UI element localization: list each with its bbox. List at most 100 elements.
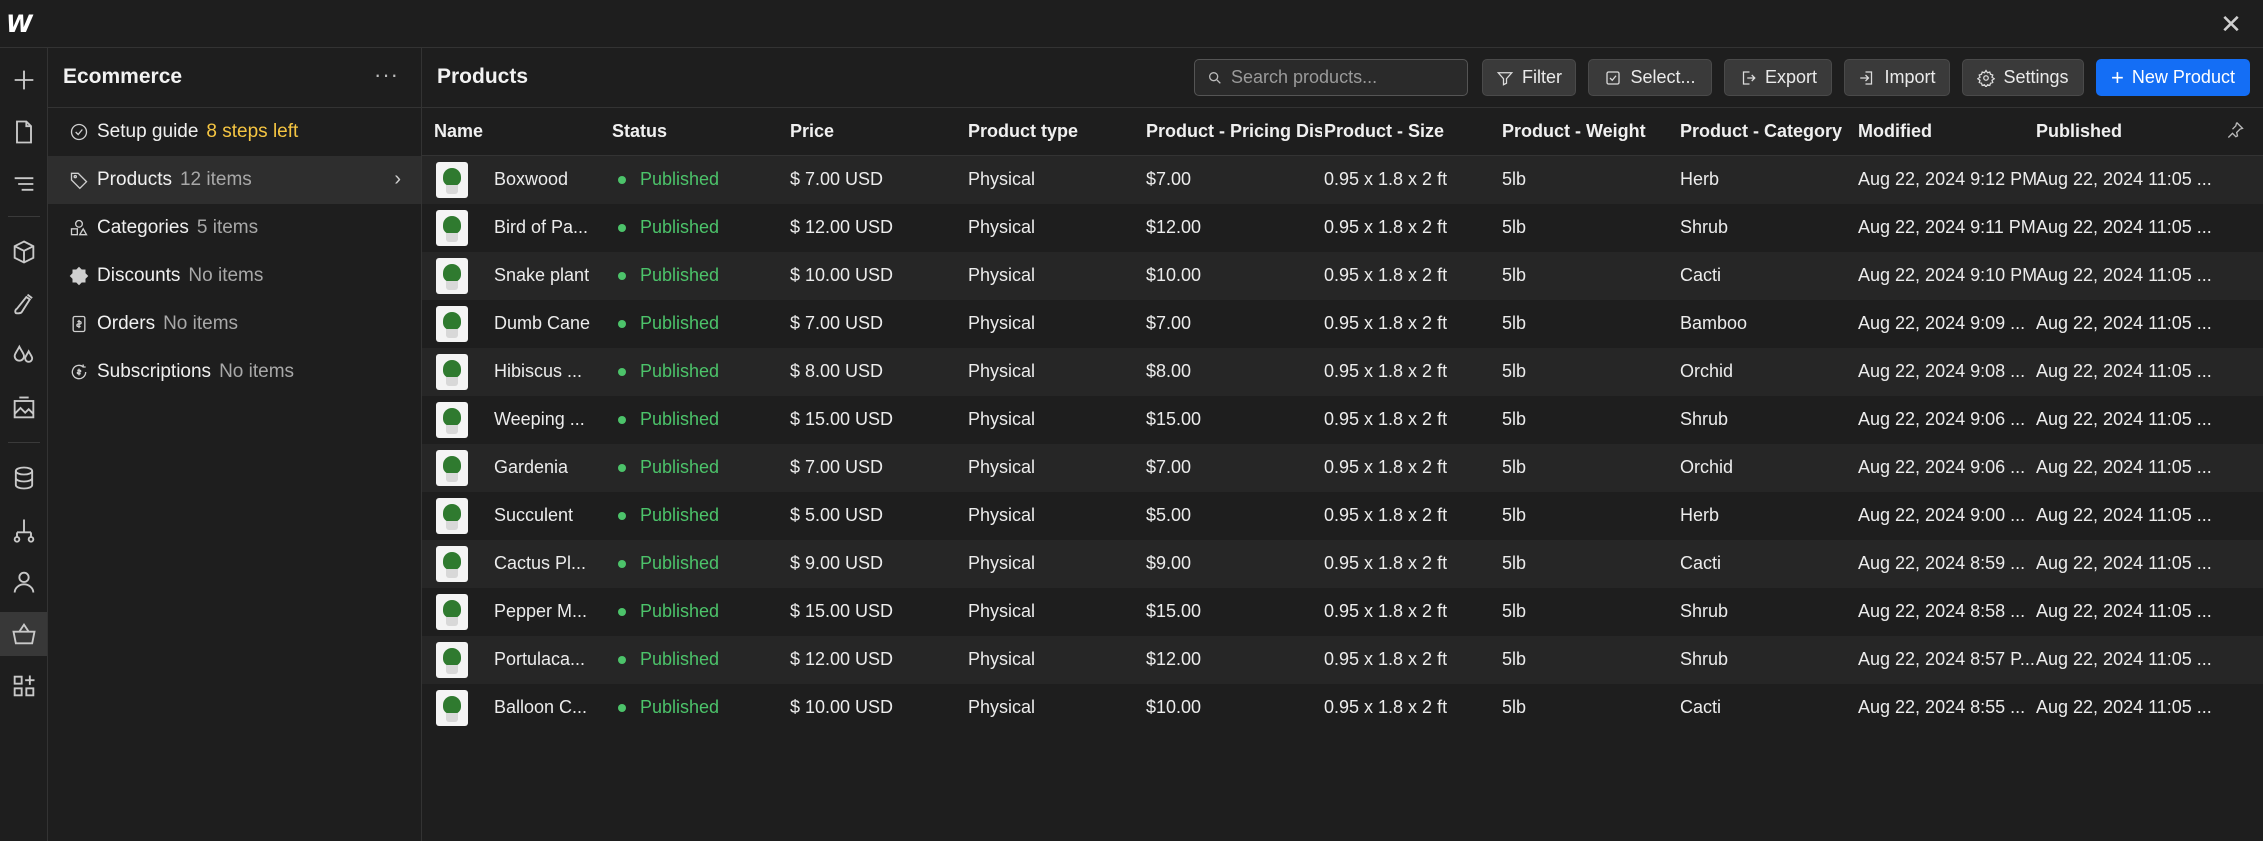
product-name-cell[interactable]: Boxwood: [494, 169, 604, 190]
status-dot-icon: [618, 559, 626, 568]
status-text: Published: [640, 601, 720, 621]
column-header-pricing-display[interactable]: Product - Pricing Display: [1146, 121, 1322, 142]
status-badge: Published: [618, 169, 788, 190]
status-dot-icon: [618, 367, 626, 376]
sidebar-item-label: Subscriptions: [97, 361, 212, 382]
column-header-product-type[interactable]: Product type: [968, 121, 1138, 142]
sidebar-item-subscriptions[interactable]: Subscriptions No items: [48, 348, 421, 396]
status-dot-icon: [618, 463, 626, 472]
column-header-name[interactable]: Name: [434, 121, 604, 142]
close-icon[interactable]: ✕: [2215, 8, 2247, 40]
product-type-cell: Physical: [968, 265, 1036, 285]
published-date-cell: Aug 22, 2024 11:05 ...: [2036, 265, 2212, 285]
table-row[interactable]: Cactus Pl... Published $ 9.00 USD Physical $…: [422, 540, 2263, 588]
page-icon[interactable]: [4, 110, 44, 154]
product-name-cell[interactable]: Bird of Pa...: [494, 217, 604, 238]
check-circle-icon: [68, 121, 90, 143]
modified-date-cell: Aug 22, 2024 9:11 PM: [1858, 217, 2036, 237]
product-name-cell[interactable]: Succulent: [494, 505, 604, 526]
product-name-cell[interactable]: Cactus Pl...: [494, 553, 604, 574]
table-row[interactable]: Dumb Cane Published $ 7.00 USD Physical $7.0…: [422, 300, 2263, 348]
product-thumbnail: [436, 354, 468, 390]
more-options-icon[interactable]: ···: [374, 62, 399, 88]
weight-cell: 5lb: [1502, 697, 1527, 717]
product-type-cell: Physical: [968, 361, 1036, 381]
webflow-logo[interactable]: W: [6, 10, 40, 38]
pin-icon[interactable]: [2225, 120, 2245, 146]
flow-icon[interactable]: [4, 508, 44, 552]
table-row[interactable]: Hibiscus ... Published $ 8.00 USD Physical $…: [422, 348, 2263, 396]
select-button[interactable]: Select...: [1588, 59, 1712, 96]
table-body: Boxwood Published $ 7.00 USD Physical $7.00 0…: [422, 156, 2263, 732]
table-row[interactable]: Boxwood Published $ 7.00 USD Physical $7.00 0…: [422, 156, 2263, 204]
status-badge: Published: [618, 505, 788, 526]
sidebar-item-label: Orders: [97, 313, 156, 334]
gear-icon: [1977, 68, 1996, 87]
product-name-cell[interactable]: Portulaca...: [494, 649, 604, 670]
table-row[interactable]: Gardenia Published $ 7.00 USD Physical $7.00…: [422, 444, 2263, 492]
published-date-cell: Aug 22, 2024 11:05 ...: [2036, 505, 2212, 525]
sidebar-item-setup-guide[interactable]: Setup guide 8 steps left: [48, 108, 421, 156]
plus-icon[interactable]: [4, 58, 44, 102]
table-row[interactable]: Succulent Published $ 5.00 USD Physical $5.0…: [422, 492, 2263, 540]
database-icon[interactable]: [4, 456, 44, 500]
product-name-cell[interactable]: Dumb Cane: [494, 313, 604, 334]
published-date-cell: Aug 22, 2024 11:05 ...: [2036, 217, 2212, 237]
column-header-published[interactable]: Published: [2036, 121, 2206, 142]
sidebar-item-count: No items: [163, 313, 239, 334]
price-cell: $ 5.00 USD: [790, 505, 884, 525]
table-row[interactable]: Weeping ... Published $ 15.00 USD Physical $…: [422, 396, 2263, 444]
sidebar-item-categories[interactable]: Categories 5 items: [48, 204, 421, 252]
column-header-price[interactable]: Price: [790, 121, 960, 142]
column-header-status[interactable]: Status: [612, 121, 782, 142]
basket-icon[interactable]: [0, 612, 47, 656]
box-icon[interactable]: [4, 230, 44, 274]
search-input[interactable]: [1231, 67, 1451, 88]
sidebar-item-orders[interactable]: Orders No items: [48, 300, 421, 348]
user-icon[interactable]: [4, 560, 44, 604]
column-header-size[interactable]: Product - Size: [1324, 121, 1494, 142]
column-header-weight[interactable]: Product - Weight: [1502, 121, 1672, 142]
pricing-display-cell: $12.00: [1146, 217, 1202, 237]
status-badge: Published: [618, 409, 788, 430]
plus-icon: +: [2111, 64, 2124, 90]
table-row[interactable]: Snake plant Published $ 10.00 USD Physical $…: [422, 252, 2263, 300]
sidebar-item-products[interactable]: Products 12 items ›: [48, 156, 421, 204]
table-row[interactable]: Balloon C... Published $ 10.00 USD Physical…: [422, 684, 2263, 732]
size-cell: 0.95 x 1.8 x 2 ft: [1324, 217, 1448, 237]
search-box[interactable]: [1194, 59, 1468, 96]
column-header-modified[interactable]: Modified: [1858, 121, 2028, 142]
product-name-cell[interactable]: Weeping ...: [494, 409, 604, 430]
product-name-cell[interactable]: Gardenia: [494, 457, 604, 478]
product-name-cell[interactable]: Pepper M...: [494, 601, 604, 622]
product-name-cell[interactable]: Snake plant: [494, 265, 604, 286]
navigator-icon[interactable]: [4, 162, 44, 206]
product-thumbnail: [436, 498, 468, 534]
new-product-button[interactable]: + New Product: [2096, 59, 2250, 96]
product-type-cell: Physical: [968, 649, 1036, 669]
product-type-cell: Physical: [968, 601, 1036, 621]
sidebar-item-label: Products: [97, 169, 172, 190]
import-button[interactable]: Import: [1844, 59, 1950, 96]
product-name-cell[interactable]: Hibiscus ...: [494, 361, 604, 382]
drops-icon[interactable]: [4, 334, 44, 378]
apps-icon[interactable]: [4, 664, 44, 708]
image-icon[interactable]: [4, 386, 44, 430]
table-row[interactable]: Portulaca... Published $ 12.00 USD Physical…: [422, 636, 2263, 684]
table-row[interactable]: Bird of Pa... Published $ 12.00 USD Physica…: [422, 204, 2263, 252]
sidebar-item-discounts[interactable]: Discounts No items: [48, 252, 421, 300]
product-type-cell: Physical: [968, 457, 1036, 477]
table-row[interactable]: Pepper M... Published $ 15.00 USD Physical $…: [422, 588, 2263, 636]
filter-icon: [1496, 71, 1514, 86]
product-name-cell[interactable]: Balloon C...: [494, 697, 604, 718]
column-header-category[interactable]: Product - Category: [1680, 121, 1850, 142]
export-label: Export: [1764, 67, 1818, 87]
settings-button[interactable]: Settings: [1962, 59, 2084, 96]
category-cell: Cacti: [1680, 697, 1722, 717]
size-cell: 0.95 x 1.8 x 2 ft: [1324, 169, 1448, 189]
product-thumbnail: [436, 690, 468, 726]
style-icon[interactable]: [4, 282, 44, 326]
filter-button[interactable]: Filter: [1482, 59, 1576, 96]
price-cell: $ 7.00 USD: [790, 169, 884, 189]
export-button[interactable]: Export: [1724, 59, 1832, 96]
